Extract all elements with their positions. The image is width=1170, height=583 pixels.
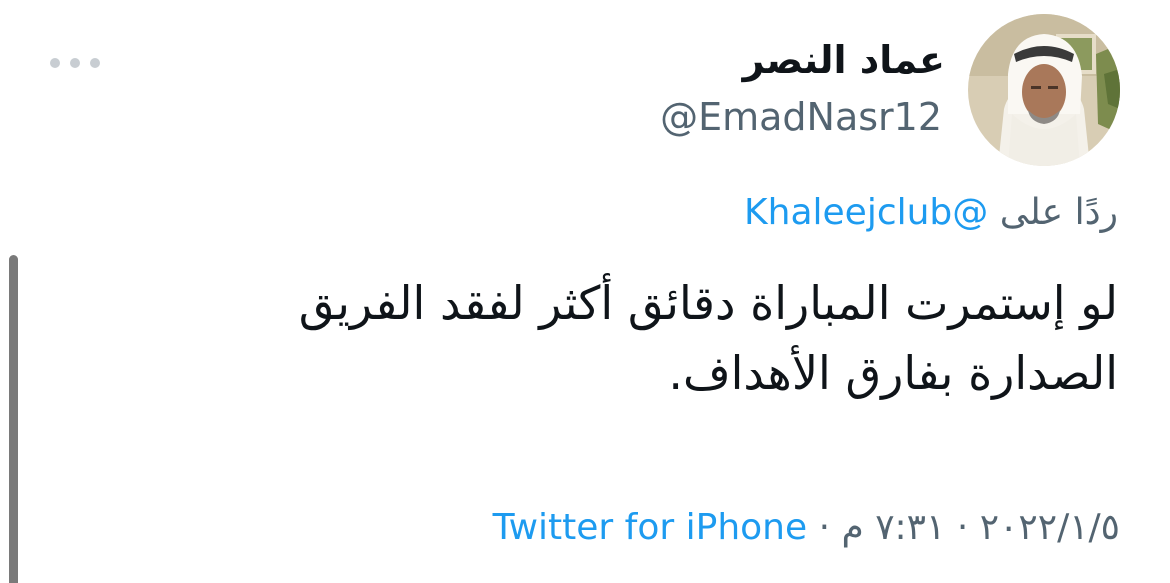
scroll-indicator[interactable]	[9, 255, 18, 583]
tweet-text-line: لو إستمرت المباراة دقائق أكثر لفقد الفري…	[298, 276, 1118, 330]
author-display-name[interactable]: عماد النصر	[743, 38, 945, 82]
more-dot	[50, 58, 60, 68]
meta-separator: ·	[956, 507, 969, 548]
reply-prefix: ردًا على	[999, 192, 1118, 233]
meta-separator: ·	[818, 507, 831, 548]
more-dot	[90, 58, 100, 68]
tweet-metadata: ٢٠٢٢/١/٥ · ٧:٣١ م · Twitter for iPhone	[493, 507, 1120, 548]
tweet-date[interactable]: ٢٠٢٢/١/٥	[980, 507, 1120, 548]
reply-mention-link[interactable]: @Khaleejclub	[744, 192, 988, 233]
reply-context: ردًا على @Khaleejclub	[744, 192, 1118, 233]
more-dot	[70, 58, 80, 68]
tweet-time[interactable]: ٧:٣١ م	[841, 507, 945, 548]
tweet-text-line: الصدارة بفارق الأهداف.	[668, 346, 1118, 400]
avatar-photo	[968, 14, 1120, 166]
more-options-button[interactable]	[50, 48, 100, 78]
tweet-source-link[interactable]: Twitter for iPhone	[493, 507, 808, 548]
author-handle[interactable]: @EmadNasr12	[660, 95, 942, 139]
tweet-text: لو إستمرت المباراة دقائق أكثر لفقد الفري…	[118, 268, 1118, 408]
avatar[interactable]	[968, 14, 1120, 166]
